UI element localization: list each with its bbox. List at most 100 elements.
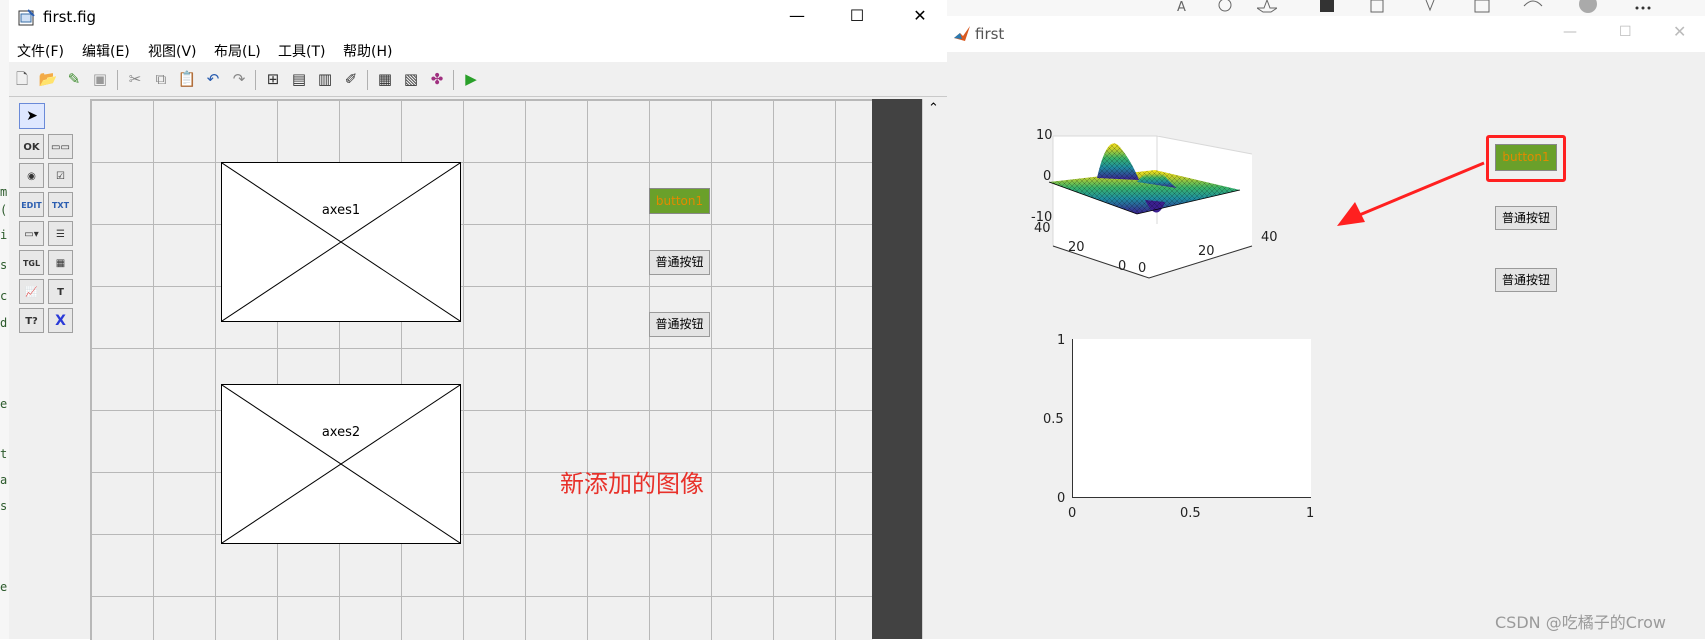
axes1-x-tick: 0 <box>1138 261 1147 276</box>
component-palette: ➤ OK ▭▭ ◉ ☑ EDIT TXT ▭▾ ☰ TGL ▦ 📈 T T? X <box>17 100 83 360</box>
select-arrow-icon[interactable]: ➤ <box>19 103 45 129</box>
scroll-up-icon[interactable]: ⌃ <box>928 101 939 116</box>
table-tool[interactable]: ▦ <box>48 250 73 275</box>
redo-icon[interactable]: ↷ <box>229 69 249 89</box>
editor-fragment: s <box>0 499 8 513</box>
tab-order-icon[interactable]: ▥ <box>315 69 335 89</box>
activex-tool[interactable]: X <box>48 308 73 333</box>
panel-tool[interactable]: T <box>48 279 73 304</box>
watermark: CSDN @吃橘子的Crow <box>1495 613 1666 632</box>
menu-view[interactable]: 视图(V) <box>148 41 197 61</box>
minimize-button[interactable]: — <box>774 6 820 25</box>
open-folder-icon[interactable]: 📂 <box>38 69 58 89</box>
maximize-button[interactable]: ☐ <box>834 6 880 25</box>
button3-placeholder[interactable]: 普通按钮 <box>649 312 710 337</box>
toolbar-separator <box>117 70 118 90</box>
performance-icon[interactable] <box>1522 0 1544 14</box>
toolbar: 🗋 📂 ✎ ▣ ✂ ⧉ 📋 ↶ ↷ ⊞ ▤ ▥ ✐ ▦ ▧ ✤ ▶ <box>9 62 947 97</box>
more-icon[interactable] <box>1632 0 1654 14</box>
copy-icon[interactable]: ⧉ <box>151 69 171 89</box>
menu-help[interactable]: 帮助(H) <box>343 41 392 61</box>
favorite-icon[interactable] <box>1257 0 1277 14</box>
editor-fragment: e <box>0 580 8 594</box>
new-file-icon[interactable]: 🗋 <box>12 69 32 89</box>
radio-tool[interactable]: ◉ <box>19 163 44 188</box>
figure-close-button[interactable]: ✕ <box>1673 22 1686 41</box>
button-group-tool[interactable]: T? <box>19 308 44 333</box>
axes1-y-tick: 40 <box>1034 221 1051 236</box>
property-inspector-icon[interactable]: ▧ <box>401 69 421 89</box>
menu-layout[interactable]: 布局(L) <box>214 41 261 61</box>
button1-placeholder[interactable]: button1 <box>649 188 710 214</box>
slider-tool[interactable]: ▭▭ <box>48 134 73 159</box>
figure-button1[interactable]: button1 <box>1495 144 1557 171</box>
menu-edit[interactable]: 编辑(E) <box>82 41 130 61</box>
figure-minimize-button[interactable]: — <box>1563 24 1577 40</box>
layout-grid-canvas[interactable]: axes1 axes2 button1 普通按钮 普通按钮 新添加的图像 <box>90 99 873 640</box>
menu-tools[interactable]: 工具(T) <box>278 41 325 61</box>
checkbox-tool[interactable]: ☑ <box>48 163 73 188</box>
editor-fragment: a <box>0 473 8 487</box>
fig-file-icon <box>18 9 35 26</box>
canvas-boundary <box>872 99 922 639</box>
cut-icon[interactable]: ✂ <box>125 69 145 89</box>
axes1-y-tick: 0 <box>1118 259 1127 274</box>
align-icon[interactable]: ⊞ <box>263 69 283 89</box>
axes1-label: axes1 <box>321 203 361 218</box>
toolbar-separator <box>453 70 454 90</box>
extensions-icon[interactable] <box>1367 0 1387 14</box>
save-icon[interactable]: ▣ <box>90 69 110 89</box>
figure-window-title: first <box>975 25 1005 43</box>
axes2-x-tick: 1 <box>1306 506 1315 521</box>
popup-menu-tool[interactable]: ▭▾ <box>19 221 44 246</box>
collections-icon[interactable] <box>1472 0 1492 14</box>
axes1-placeholder[interactable]: axes1 <box>221 162 461 322</box>
editor-fragment: d <box>0 316 8 330</box>
close-button[interactable]: ✕ <box>897 6 943 25</box>
zoom-in-icon[interactable] <box>1217 0 1237 14</box>
editor-fragment: i <box>0 228 8 242</box>
axes2-placeholder[interactable]: axes2 <box>221 384 461 544</box>
menu-bar: 文件(F) 编辑(E) 视图(V) 布局(L) 工具(T) 帮助(H) <box>9 36 947 62</box>
figure-titlebar: first — ☐ ✕ <box>947 16 1705 52</box>
avatar[interactable] <box>1577 0 1599 14</box>
menu-editor-icon[interactable]: ▤ <box>289 69 309 89</box>
listbox-tool[interactable]: ☰ <box>48 221 73 246</box>
axes2-x-tick: 0.5 <box>1180 506 1201 521</box>
menu-file[interactable]: 文件(F) <box>17 41 64 61</box>
axes2-x-tick: 0 <box>1068 506 1077 521</box>
pushbutton-tool[interactable]: OK <box>19 134 44 159</box>
paste-icon[interactable]: 📋 <box>177 69 197 89</box>
editor-fragment: t <box>0 447 8 461</box>
figure-button2[interactable]: 普通按钮 <box>1495 206 1557 230</box>
m-file-editor-icon[interactable]: ▦ <box>375 69 395 89</box>
guide-window: first.fig — ☐ ✕ 文件(F) 编辑(E) 视图(V) 布局(L) … <box>9 0 948 640</box>
object-browser-icon[interactable]: ✤ <box>427 69 447 89</box>
axes2-label: axes2 <box>321 425 361 440</box>
axes1-z-tick: 10 <box>1036 128 1053 143</box>
toolbar-editor-icon[interactable]: ✐ <box>341 69 361 89</box>
edit-text-tool[interactable]: EDIT <box>19 192 44 217</box>
favorites-icon[interactable] <box>1422 0 1442 14</box>
editor-fragment: m <box>0 185 8 199</box>
figure-button3[interactable]: 普通按钮 <box>1495 268 1557 292</box>
axes1-surface-plot[interactable] <box>1027 116 1287 296</box>
button2-placeholder[interactable]: 普通按钮 <box>649 250 710 275</box>
undo-icon[interactable]: ↶ <box>203 69 223 89</box>
run-icon[interactable]: ▶ <box>461 69 481 89</box>
axes-tool[interactable]: 📈 <box>19 279 44 304</box>
axes2-y-tick: 0 <box>1057 491 1066 506</box>
axes1-z-tick: 0 <box>1043 169 1052 184</box>
edit-icon[interactable]: ✎ <box>64 69 84 89</box>
guide-titlebar: first.fig — ☐ ✕ <box>9 0 947 36</box>
figure-maximize-button[interactable]: ☐ <box>1619 24 1632 40</box>
editor-fragment: c <box>0 289 8 303</box>
vertical-scrollbar[interactable]: ⌃ <box>922 99 948 639</box>
read-aloud-icon[interactable]: A <box>1175 0 1195 14</box>
guide-window-title: first.fig <box>43 8 97 26</box>
axes2-plot[interactable] <box>1072 339 1311 498</box>
static-text-tool[interactable]: TXT <box>48 192 73 217</box>
toggle-tool[interactable]: TGL <box>19 250 44 275</box>
profile-icon[interactable] <box>1317 0 1337 14</box>
red-arrow <box>1337 161 1485 226</box>
